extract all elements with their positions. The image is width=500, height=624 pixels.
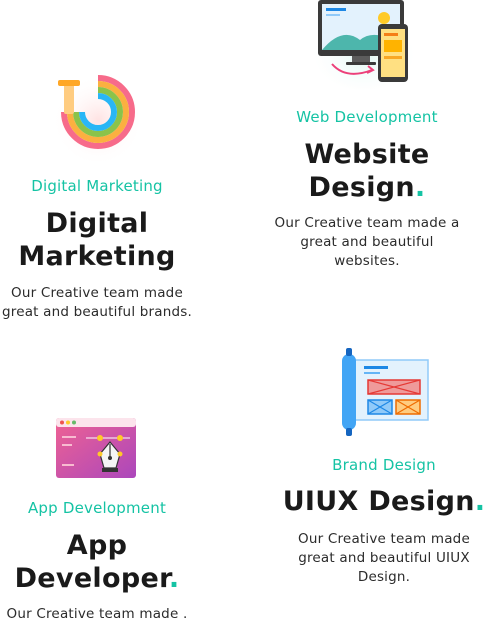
service-title: UIUX Design. [270,485,498,518]
rainbow-target-icon [52,70,144,161]
service-tag: Brand Design [332,456,436,474]
service-description: Our Creative team made . [6,606,188,622]
service-title-line: Marketing [18,241,176,272]
service-title-line: Design. [308,172,426,203]
service-title-line: Website [304,139,430,170]
service-title-line: Developer. [14,563,180,594]
service-tag: App Development [27,499,167,517]
service-description: Our Creative team made a great and beaut… [274,215,460,269]
wireframe-blueprint-icon [342,348,429,436]
service-title: App Developer. [0,529,194,595]
service-card-uiux-design: Brand Design UIUX Design. Our Creative t… [270,346,498,596]
service-title-line: Digital [45,208,149,239]
service-title-line: UIUX Design. [282,486,486,517]
service-description: Our Creative team made great and beautif… [1,285,193,320]
service-description: Our Creative team made great and beautif… [298,531,470,585]
service-card-digital-marketing: Digital Marketing Digital Marketing Our … [0,60,194,330]
service-tag: Web Development [296,108,438,126]
service-title: Digital Marketing [0,207,194,273]
pen-tool-window-icon [56,418,136,478]
responsive-devices-icon [314,0,414,90]
service-title: Website Design. [268,138,466,204]
service-tag: Digital Marketing [31,177,163,195]
service-title-line: App [66,530,128,561]
service-card-app-developer: App Development App Developer. Our Creat… [0,412,194,624]
service-card-website-design: Web Development Website Design. Our Crea… [268,0,466,280]
